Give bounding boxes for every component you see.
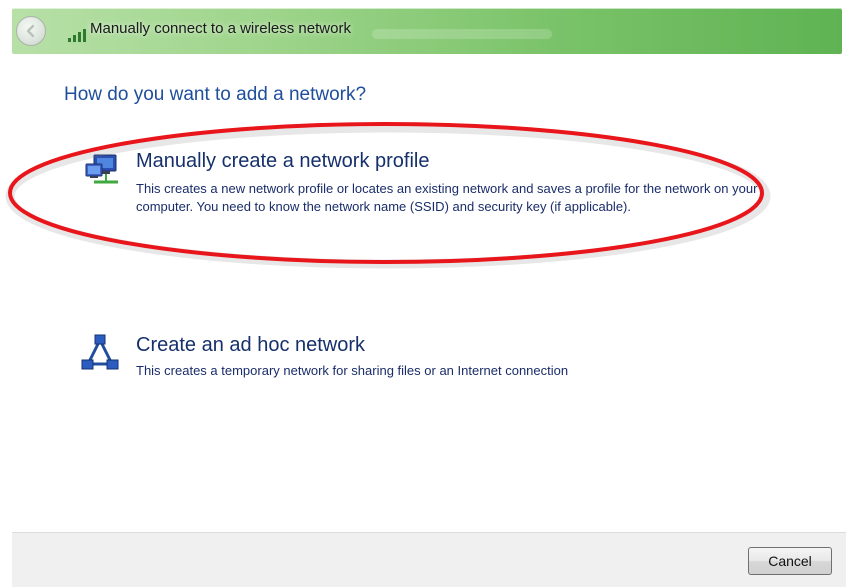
dialog-window: Manually connect to a wireless network H… [0, 0, 846, 587]
title-bar: Manually connect to a wireless network [12, 8, 842, 54]
wireless-signal-icon [68, 29, 86, 42]
title-bar-glass [372, 29, 552, 39]
adhoc-network-title: Create an ad hoc network [136, 334, 366, 356]
back-button[interactable] [16, 16, 46, 46]
window-title: Manually connect to a wireless network [90, 20, 351, 37]
adhoc-network-option[interactable]: Create an ad hoc network This creates a … [80, 334, 740, 386]
page-heading: How do you want to add a network? [64, 84, 367, 105]
cancel-button[interactable]: Cancel [748, 547, 832, 575]
footer-bar: Cancel [12, 532, 846, 587]
manual-profile-title: Manually create a network profile [136, 150, 430, 172]
adhoc-network-description: This creates a temporary network for sha… [136, 363, 569, 378]
manual-profile-description: This creates a new network profile or lo… [136, 181, 758, 214]
back-arrow-icon [26, 24, 35, 38]
adhoc-network-icon [81, 334, 119, 370]
network-computers-icon [85, 154, 118, 184]
manual-profile-option[interactable]: Manually create a network profile This c… [80, 150, 760, 246]
